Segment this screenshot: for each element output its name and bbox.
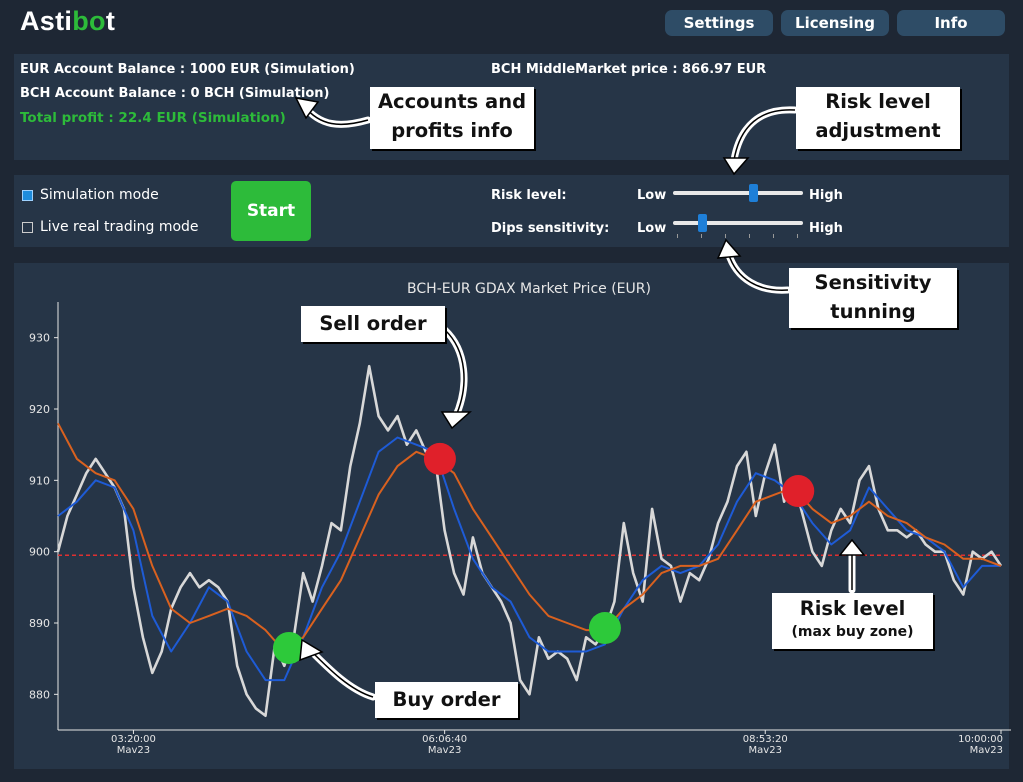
info-button[interactable]: Info [897, 10, 1005, 36]
logo-accent: bo [72, 6, 106, 36]
sensitivity-callout: Sensitivity tunning [789, 268, 957, 328]
simulation-mode-checkbox[interactable] [22, 189, 33, 201]
slider-tick [797, 234, 798, 238]
bch-balance: BCH Account Balance : 0 BCH (Simulation) [20, 86, 330, 101]
slider-tick [725, 234, 726, 238]
bch-price: BCH MiddleMarket price : 866.97 EUR [491, 62, 767, 77]
licensing-button[interactable]: Licensing [781, 10, 889, 36]
risk-zone-subtitle: (max buy zone) [791, 624, 914, 640]
simulation-mode-label: Simulation mode [40, 187, 159, 203]
accounts-callout: Accounts and profits info [370, 87, 534, 149]
slider-tick [749, 234, 750, 238]
risk-zone-title: Risk level [799, 597, 906, 620]
slider-tick [677, 234, 678, 238]
dips-low-label: Low [637, 221, 667, 236]
total-profit: Total profit : 22.4 EUR (Simulation) [20, 110, 286, 126]
live-mode-checkbox[interactable] [22, 221, 33, 233]
controls-panel [14, 175, 1009, 247]
risk-zone-callout: Risk level (max buy zone) [772, 593, 933, 649]
buy-order-callout: Buy order [375, 682, 518, 718]
dips-sensitivity-slider[interactable] [673, 214, 803, 238]
dips-high-label: High [809, 221, 843, 236]
dips-sensitivity-label: Dips sensitivity: [491, 221, 610, 236]
risk-level-slider-thumb[interactable] [749, 184, 759, 202]
logo-text: Asti [20, 6, 73, 36]
live-mode-label: Live real trading mode [40, 219, 199, 235]
start-button[interactable]: Start [231, 181, 311, 241]
sell-order-callout: Sell order [301, 306, 445, 342]
eur-balance: EUR Account Balance : 1000 EUR (Simulati… [20, 62, 355, 77]
app-logo: Astibot [20, 6, 115, 37]
dips-sensitivity-slider-thumb[interactable] [698, 214, 708, 232]
risk-high-label: High [809, 188, 843, 203]
live-mode-option[interactable]: Live real trading mode [22, 219, 199, 235]
slider-tick [773, 234, 774, 238]
simulation-mode-option[interactable]: Simulation mode [22, 187, 159, 203]
risk-low-label: Low [637, 188, 667, 203]
risk-level-slider[interactable] [673, 184, 803, 202]
logo-text-end: t [105, 6, 116, 36]
risk-level-label: Risk level: [491, 188, 567, 203]
risk-adjust-callout: Risk level adjustment [796, 87, 960, 149]
settings-button[interactable]: Settings [665, 10, 773, 36]
arrowhead [722, 157, 750, 176]
slider-tick [701, 234, 702, 238]
